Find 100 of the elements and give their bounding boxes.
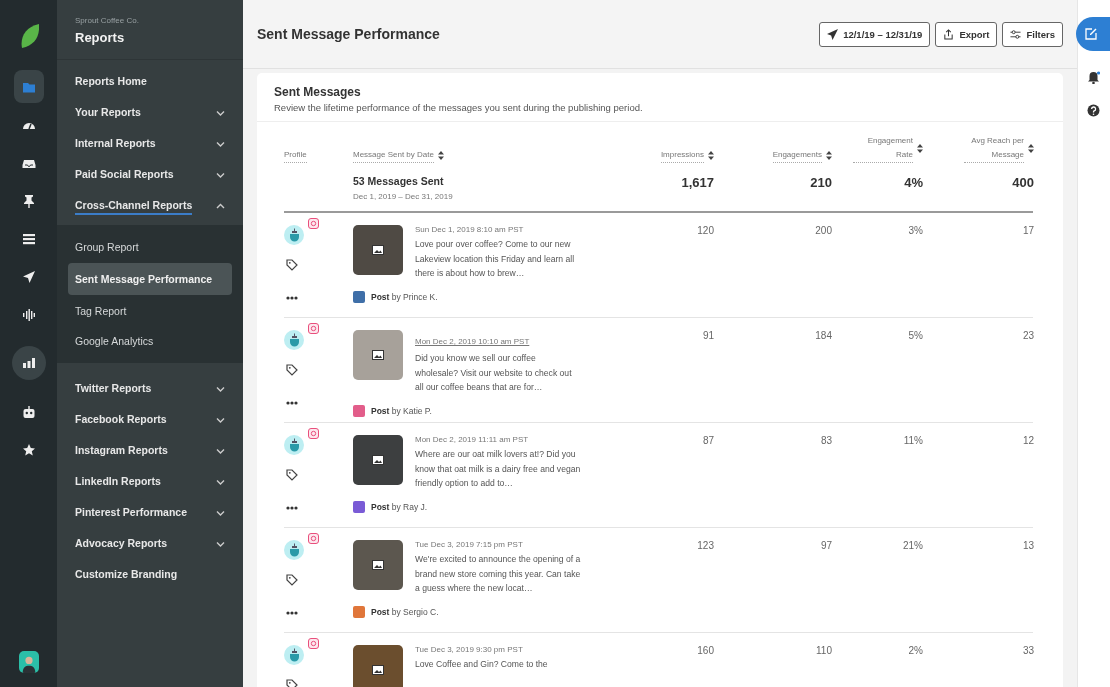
chevron-down-icon xyxy=(216,109,225,116)
waveform-icon xyxy=(21,307,36,322)
send-icon xyxy=(21,269,36,284)
table-cell-text: 123 xyxy=(696,540,714,553)
list-icon xyxy=(21,231,36,246)
sort-icon xyxy=(1028,144,1034,153)
column-header[interactable]: Engagement Rate xyxy=(832,134,923,163)
post-author: Post by Sergio C. xyxy=(371,606,439,617)
nav-item[interactable]: Instagram Reports xyxy=(57,435,243,466)
chevron-up-icon xyxy=(216,202,225,209)
nav-rail-button[interactable] xyxy=(11,346,46,380)
table-cell-text: 2% xyxy=(907,645,923,658)
summary-total: 400 xyxy=(1011,175,1034,192)
nav-item[interactable]: LinkedIn Reports xyxy=(57,466,243,497)
message-text: Did you know we sell our coffee wholesale? Visit our website to check out all our coffee beans that are for… xyxy=(415,352,573,394)
robot-icon xyxy=(21,404,36,419)
bell-icon[interactable] xyxy=(1087,71,1100,84)
card-description: Review the lifetime performance of the messages you sent during the publishing period. xyxy=(274,102,644,113)
image-icon xyxy=(372,560,384,570)
filters-button[interactable]: Filters xyxy=(1002,21,1063,47)
image-icon xyxy=(372,455,384,465)
message-date[interactable]: Sun Dec 1, 2019 8:10 am PST xyxy=(415,225,581,234)
summary-date-range: Dec 1, 2019 – Dec 31, 2019 xyxy=(353,192,454,201)
nav-item[interactable]: Paid Social Reports xyxy=(57,159,243,190)
message-date[interactable]: Tue Dec 3, 2019 7:15 pm PST xyxy=(415,540,581,549)
message-date[interactable]: Tue Dec 3, 2019 9:30 pm PST xyxy=(415,645,581,654)
nav-subitem[interactable]: Tag Report xyxy=(68,297,232,325)
nav-item[interactable]: Twitter Reports xyxy=(57,373,243,404)
nav-item[interactable]: Facebook Reports xyxy=(57,404,243,435)
send-icon xyxy=(827,28,839,40)
user-avatar[interactable] xyxy=(18,651,39,673)
message-text: Love Coffee and Gin? Come to the xyxy=(415,658,549,671)
star-icon xyxy=(21,442,36,457)
chevron-down-icon xyxy=(216,416,225,423)
more-icon xyxy=(286,296,298,300)
message-text: We're excited to announce the opening of a brand new store coming this year. Can take a guess where the new locat… xyxy=(415,553,581,595)
nav-item[interactable]: Advocacy Reports xyxy=(57,528,243,559)
pencil-icon xyxy=(1085,28,1097,40)
camera-icon xyxy=(308,218,319,229)
message-text: Love pour over coffee? Come to our new Lakeview location this Friday and learn all there is about how to brew… xyxy=(415,238,576,280)
column-header[interactable]: Impressions xyxy=(614,148,714,163)
profile-avatar xyxy=(284,540,304,560)
column-header[interactable]: Engagements xyxy=(714,148,832,163)
message-date[interactable]: Mon Dec 2, 2019 11:11 am PST xyxy=(415,435,581,444)
message-text: Where are our oat milk lovers at!? Did you know that oat milk is a dairy free and vegan friendly option to add to… xyxy=(415,448,581,490)
nav-item[interactable]: Your Reports xyxy=(57,97,243,128)
tag-icon xyxy=(286,469,298,481)
share-icon xyxy=(943,28,955,40)
summary-total: 4% xyxy=(903,175,923,192)
date-range-button[interactable]: 12/1/19 – 12/31/19 xyxy=(819,21,931,47)
more-icon xyxy=(286,401,298,405)
table-cell-text: 5% xyxy=(907,330,923,343)
nav-item[interactable]: Cross-Channel Reports xyxy=(57,190,243,221)
nav-subitem[interactable]: Google Analytics xyxy=(68,327,232,355)
post-author: Post by Prince K. xyxy=(371,291,438,302)
table-cell-text: 97 xyxy=(819,540,832,553)
column-header: Profile xyxy=(284,148,353,163)
table-cell-text: 83 xyxy=(819,435,832,448)
nav-item[interactable]: Customize Branding xyxy=(57,559,243,590)
image-icon xyxy=(372,350,384,360)
nav-subitem[interactable]: Group Report xyxy=(68,233,232,261)
table-cell-text: 3% xyxy=(907,225,923,238)
table-cell-text: 12 xyxy=(1021,435,1034,448)
camera-icon xyxy=(308,638,319,649)
nav-subitem[interactable]: Sent Message Performance xyxy=(68,263,232,295)
organization-name: Sprout Coffee Co. xyxy=(75,16,140,25)
table-cell-text: 13 xyxy=(1021,540,1034,553)
profile-avatar xyxy=(284,645,304,665)
tag-icon xyxy=(286,259,298,271)
table-cell-text: 21% xyxy=(902,540,923,553)
more-icon xyxy=(286,611,298,615)
profile-avatar xyxy=(284,435,304,455)
compose-button[interactable] xyxy=(1076,17,1110,51)
camera-icon xyxy=(308,428,319,439)
column-header[interactable]: Message Sent by Date xyxy=(353,148,614,163)
help-icon[interactable] xyxy=(1087,104,1100,117)
tag-icon xyxy=(286,364,298,376)
page-title: Sent Message Performance xyxy=(257,26,440,42)
chevron-down-icon xyxy=(216,385,225,392)
nav-item[interactable]: Reports Home xyxy=(57,66,243,97)
chevron-down-icon xyxy=(216,478,225,485)
table-cell-text: 87 xyxy=(701,435,714,448)
table-cell-text: 23 xyxy=(1021,330,1034,343)
sort-icon xyxy=(708,151,714,160)
summary-total: 210 xyxy=(809,175,832,192)
sort-icon xyxy=(826,151,832,160)
export-button[interactable]: Export xyxy=(935,21,998,47)
camera-icon xyxy=(308,323,319,334)
summary-count: 53 Messages Sent xyxy=(353,175,445,187)
table-cell-text: 11% xyxy=(902,435,923,448)
nav-item[interactable]: Internal Reports xyxy=(57,128,243,159)
table-cell-text: 91 xyxy=(701,330,714,343)
section-title: Reports xyxy=(75,30,126,45)
column-header[interactable]: Avg Reach per Message xyxy=(923,134,1034,163)
chevron-down-icon xyxy=(216,140,225,147)
profile-avatar xyxy=(284,330,304,350)
message-date[interactable]: Mon Dec 2, 2019 10:10 am PST xyxy=(415,337,530,346)
table-cell-text: 184 xyxy=(814,330,832,343)
nav-item[interactable]: Pinterest Performance xyxy=(57,497,243,528)
post-author: Post by Katie P. xyxy=(371,405,432,416)
